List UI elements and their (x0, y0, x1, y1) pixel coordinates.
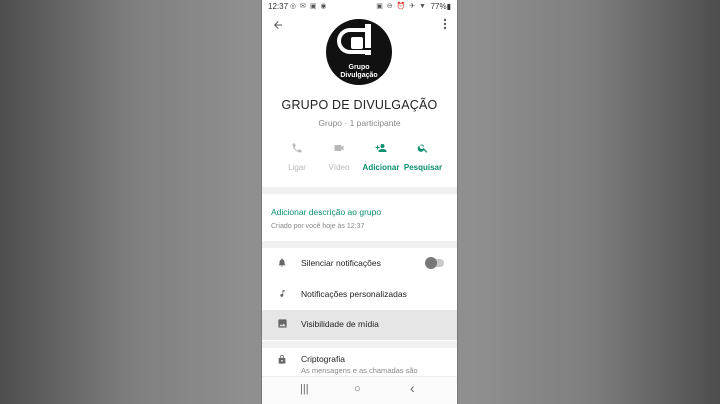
phone-icon (275, 140, 319, 160)
group-name: GRUPO DE DIVULGAÇÃO (281, 98, 438, 112)
system-icons: ▣ ⊖ ⏰ ✈ ▼ (376, 3, 427, 10)
group-avatar[interactable]: Grupo Divulgação (326, 19, 392, 85)
group-meta: Grupo · 1 participante (318, 118, 401, 128)
search-button[interactable]: Pesquisar (401, 140, 445, 172)
arrow-left-icon[interactable] (270, 18, 286, 34)
avatar-caption-line-2: Divulgação (340, 72, 378, 79)
system-nav-bar: ||| ○ ‹ (262, 376, 457, 404)
image-icon (275, 318, 289, 332)
video-icon (317, 140, 361, 160)
mute-notifications-row[interactable]: Silenciar notificações (262, 249, 457, 279)
toggle-knob (425, 257, 437, 269)
mute-label: Silenciar notificações (301, 258, 381, 268)
bell-icon (275, 257, 289, 271)
mute-toggle[interactable] (425, 257, 444, 269)
section-divider (262, 241, 457, 248)
more-vert-icon[interactable] (439, 18, 451, 34)
home-button[interactable]: ○ (354, 383, 361, 395)
encryption-sub: As mensagens e as chamadas são (301, 366, 418, 375)
created-info: Criado por você hoje às 12:37 (271, 223, 365, 230)
lock-icon (275, 354, 289, 368)
call-label: Ligar (288, 163, 306, 172)
status-bar: 12:37 ◎ ✉ ▣ ◉ ▣ ⊖ ⏰ ✈ ▼ 77%▮ (262, 0, 457, 14)
custom-notifications-row[interactable]: Notificações personalizadas (262, 280, 457, 310)
logo-exclamation-bar (365, 24, 371, 48)
avatar-caption-line-1: Grupo (348, 64, 370, 71)
video-call-button[interactable]: Vídeo (317, 140, 361, 172)
media-visibility-row[interactable]: Visibilidade de mídia (262, 310, 457, 340)
status-time: 12:37 (268, 2, 289, 11)
search-icon (401, 140, 445, 160)
music-note-icon (275, 288, 289, 302)
call-button[interactable]: Ligar (275, 140, 319, 172)
phone-screen: 12:37 ◎ ✉ ▣ ◉ ▣ ⊖ ⏰ ✈ ▼ 77%▮ Grupo Divul… (262, 0, 457, 404)
add-label: Adicionar (362, 163, 400, 172)
custom-notifications-label: Notificações personalizadas (301, 289, 407, 299)
add-participant-button[interactable]: Adicionar (359, 140, 403, 172)
encryption-label: Criptografia (301, 354, 345, 364)
action-bar: Ligar Vídeo Adicionar Pesquisar (262, 140, 457, 180)
logo-square (351, 37, 363, 49)
video-label: Vídeo (328, 163, 350, 172)
back-button[interactable]: ‹ (410, 380, 415, 396)
notification-icons: ◎ ✉ ▣ ◉ (290, 3, 328, 10)
search-label: Pesquisar (403, 163, 443, 172)
add-description-link[interactable]: Adicionar descrição ao grupo (271, 207, 381, 217)
recents-button[interactable]: ||| (300, 383, 309, 395)
person-add-icon (359, 140, 403, 160)
logo-exclamation-dot (365, 50, 371, 55)
media-visibility-label: Visibilidade de mídia (301, 319, 379, 329)
battery-level: 77%▮ (430, 2, 451, 11)
encryption-row[interactable]: Criptografia As mensagens e as chamadas … (262, 346, 457, 376)
section-divider (262, 187, 457, 194)
